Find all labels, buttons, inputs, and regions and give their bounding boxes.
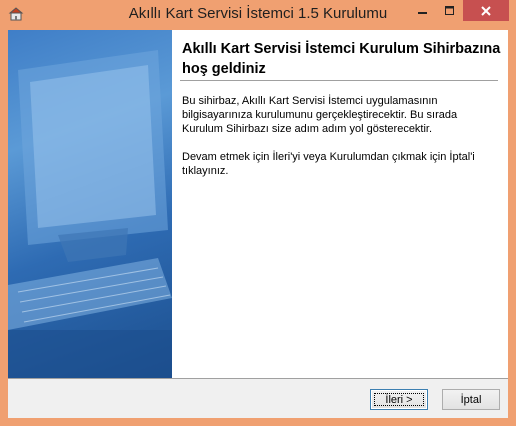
close-icon	[481, 5, 491, 16]
wizard-banner-image	[8, 30, 172, 378]
next-button[interactable]: İleri >	[370, 389, 428, 410]
title-bar[interactable]: Akıllı Kart Servisi İstemci 1.5 Kurulumu	[0, 0, 516, 30]
close-button[interactable]	[463, 0, 509, 21]
cancel-button[interactable]: İptal	[442, 389, 500, 410]
installer-window: Akıllı Kart Servisi İstemci 1.5 Kurulumu	[0, 0, 516, 426]
minimize-icon	[417, 11, 427, 14]
wizard-content: Akıllı Kart Servisi İstemci Kurulum Sihi…	[172, 30, 508, 378]
heading-divider	[180, 80, 498, 81]
focus-rectangle	[374, 393, 424, 406]
dialog-client: Akıllı Kart Servisi İstemci Kurulum Sihi…	[8, 30, 508, 418]
footer-divider	[8, 378, 508, 379]
maximize-button[interactable]	[436, 0, 463, 21]
intro-text: Bu sihirbaz, Akıllı Kart Servisi İstemci…	[182, 95, 458, 135]
maximize-icon	[444, 5, 454, 15]
instruction-text: Devam etmek için İleri'yi veya Kurulumda…	[182, 151, 475, 177]
cancel-button-label: İptal	[460, 393, 482, 406]
minimize-button[interactable]	[409, 0, 436, 21]
page-title: Akıllı Kart Servisi İstemci Kurulum Sihi…	[182, 41, 501, 77]
